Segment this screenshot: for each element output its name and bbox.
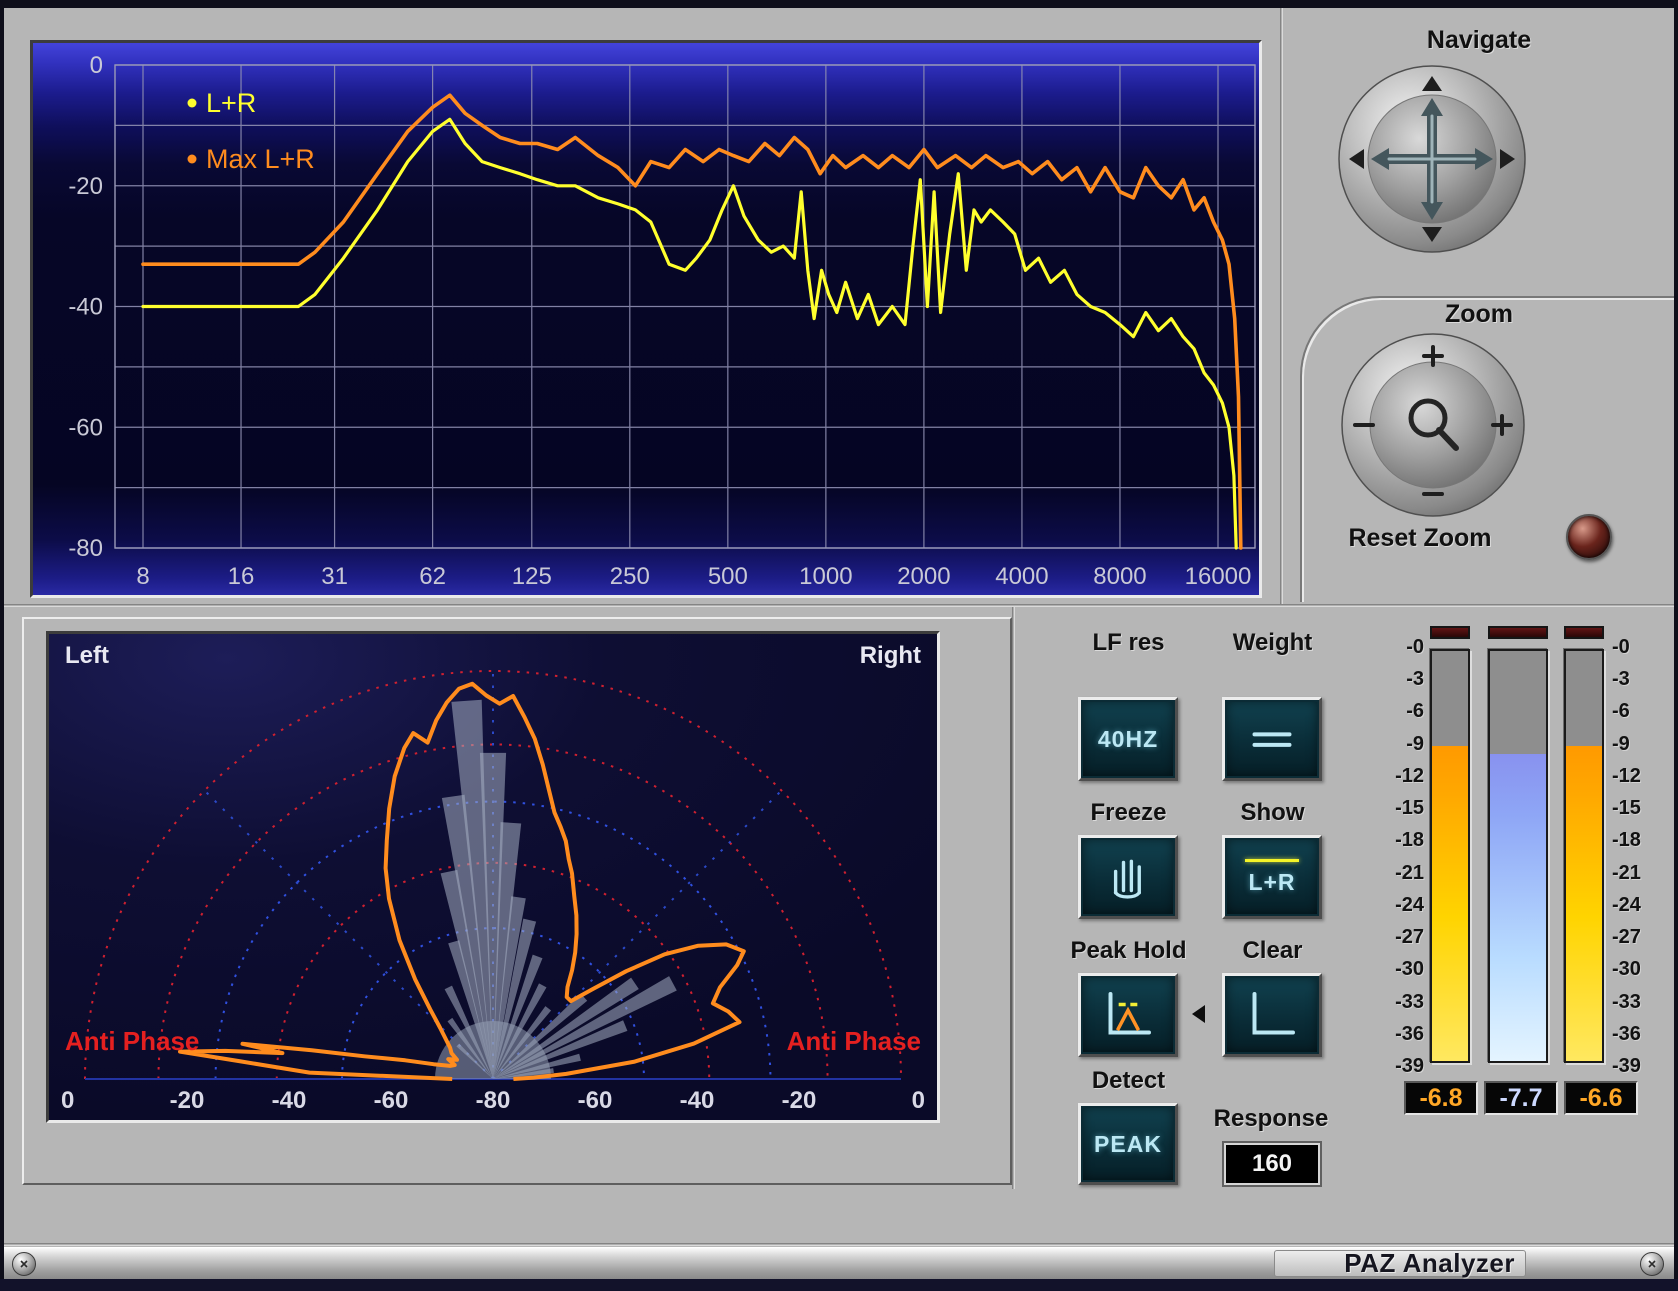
freeze-hand-icon	[1101, 850, 1155, 904]
svg-text:8: 8	[136, 563, 149, 590]
svg-text:-80: -80	[476, 1087, 511, 1114]
close-cross-icon	[19, 1259, 29, 1269]
svg-text:-40: -40	[272, 1087, 307, 1114]
polar-display: 0 -20 -40 -60 -80 -60 -40 -20 0 Left Right Anti …	[46, 631, 940, 1123]
svg-text:62: 62	[419, 563, 446, 590]
show-button[interactable]: L+R	[1222, 835, 1322, 919]
svg-text:-20: -20	[170, 1087, 205, 1114]
detect-button[interactable]: PEAK	[1078, 1103, 1178, 1185]
svg-text:L+R: L+R	[206, 88, 256, 118]
weight-icon	[1244, 711, 1300, 767]
title-bar: PAZ Analyzer	[0, 1247, 1678, 1279]
svg-text:250: 250	[610, 563, 650, 590]
lf-res-value: 40HZ	[1098, 726, 1158, 753]
window-edge-left	[0, 0, 4, 1291]
anti-phase-left-label: Anti Phase	[65, 1026, 199, 1057]
zoom-magnifier-icon	[1340, 332, 1526, 518]
reset-zoom-label: Reset Zoom	[1310, 524, 1530, 553]
detect-label: Detect	[1056, 1067, 1201, 1095]
spectrum-chart: 0 -20 -40 -60 -80 8 16 31 62 125 250 500 1000 2000 400…	[33, 43, 1259, 595]
polar-right-label: Right	[860, 642, 921, 670]
svg-text:Max L+R: Max L+R	[206, 144, 315, 174]
weight-label: Weight	[1200, 629, 1345, 657]
peak-hold-icon	[1100, 987, 1156, 1043]
svg-text:125: 125	[512, 563, 552, 590]
window-edge-top	[0, 0, 1678, 8]
response-value: 160	[1252, 1150, 1292, 1178]
readout-value: -6.6	[1579, 1084, 1622, 1113]
svg-text:-80: -80	[68, 535, 103, 562]
svg-text:1000: 1000	[799, 563, 852, 590]
svg-text:16: 16	[228, 563, 255, 590]
show-value: L+R	[1248, 869, 1295, 896]
meter-bar	[1564, 649, 1604, 1063]
freeze-label: Freeze	[1056, 799, 1201, 827]
window-edge-bottom	[0, 1279, 1678, 1291]
spectrum-display: 0 -20 -40 -60 -80 8 16 31 62 125 250 500 1000 2000 400…	[30, 40, 1262, 598]
detect-value: PEAK	[1094, 1131, 1162, 1158]
svg-text:-60: -60	[68, 414, 103, 441]
readout-value: -6.8	[1419, 1084, 1462, 1113]
zoom-label: Zoom	[1284, 300, 1674, 329]
polar-left-label: Left	[65, 642, 109, 670]
divider-vertical-bottom	[1012, 607, 1015, 1189]
svg-text:2000: 2000	[897, 563, 950, 590]
svg-text:500: 500	[708, 563, 748, 590]
navigate-label: Navigate	[1284, 26, 1674, 55]
meter-scale-right: -0-3-6-9-12-15-18-21-24-27-30-33-36-39	[1612, 636, 1668, 1081]
meter-readout: -6.6	[1564, 1081, 1638, 1115]
readout-value: -7.7	[1499, 1084, 1542, 1113]
svg-text:-20: -20	[68, 173, 103, 200]
title-plate: PAZ Analyzer	[1274, 1250, 1526, 1277]
svg-text:-60: -60	[578, 1087, 613, 1114]
svg-text:0: 0	[61, 1087, 74, 1114]
app-title: PAZ Analyzer	[1344, 1248, 1515, 1279]
clear-label: Clear	[1200, 937, 1345, 965]
navigate-arrows-icon	[1337, 64, 1527, 254]
divider-horizontal-bottom	[0, 1243, 1678, 1246]
show-label: Show	[1200, 799, 1345, 827]
meter-bar	[1430, 649, 1470, 1063]
freeze-button[interactable]	[1078, 835, 1178, 919]
reset-zoom-button[interactable]	[1566, 514, 1612, 560]
svg-text:0: 0	[912, 1087, 925, 1114]
meter-scale-left: -0-3-6-9-12-15-18-21-24-27-30-33-36-39	[1368, 636, 1424, 1081]
show-trace-line-icon	[1245, 859, 1299, 862]
navigate-pad[interactable]	[1337, 64, 1527, 254]
meter-readout: -6.8	[1404, 1081, 1478, 1115]
clear-icon	[1244, 987, 1300, 1043]
svg-text:0: 0	[90, 52, 103, 79]
peak-lamp-left	[1430, 626, 1470, 639]
paz-analyzer-window: 0 -20 -40 -60 -80 8 16 31 62 125 250 500 1000 2000 400…	[0, 0, 1678, 1291]
response-label: Response	[1176, 1105, 1366, 1133]
clear-button[interactable]	[1222, 973, 1322, 1057]
svg-text:16000: 16000	[1185, 563, 1252, 590]
close-cross-icon	[1647, 1259, 1657, 1269]
svg-text:31: 31	[321, 563, 348, 590]
svg-text:8000: 8000	[1093, 563, 1146, 590]
zoom-pad[interactable]	[1340, 332, 1526, 518]
lf-res-button[interactable]: 40HZ	[1078, 697, 1178, 781]
weight-button[interactable]	[1222, 697, 1322, 781]
svg-text:-60: -60	[374, 1087, 409, 1114]
svg-text:-20: -20	[782, 1087, 817, 1114]
peak-lamp-mid	[1488, 626, 1548, 639]
peak-hold-button[interactable]	[1078, 973, 1178, 1057]
link-arrow-icon	[1192, 1005, 1205, 1023]
meter-readout: -7.7	[1484, 1081, 1558, 1115]
window-edge-right	[1674, 0, 1678, 1291]
response-input[interactable]: 160	[1224, 1143, 1320, 1185]
corner-button-right[interactable]	[1640, 1252, 1664, 1276]
controls-panel: LF res Weight 40HZ Freeze Show L+R Pe	[1016, 607, 1674, 1189]
divider-vertical-top	[1280, 8, 1283, 604]
svg-text:-40: -40	[680, 1087, 715, 1114]
meter-bar	[1488, 649, 1548, 1063]
svg-text:-40: -40	[68, 294, 103, 321]
corner-button-left[interactable]	[12, 1252, 36, 1276]
peak-lamp-right	[1564, 626, 1604, 639]
lf-res-label: LF res	[1056, 629, 1201, 657]
anti-phase-right-label: Anti Phase	[787, 1026, 921, 1057]
svg-text:4000: 4000	[995, 563, 1048, 590]
peak-hold-label: Peak Hold	[1041, 937, 1216, 965]
